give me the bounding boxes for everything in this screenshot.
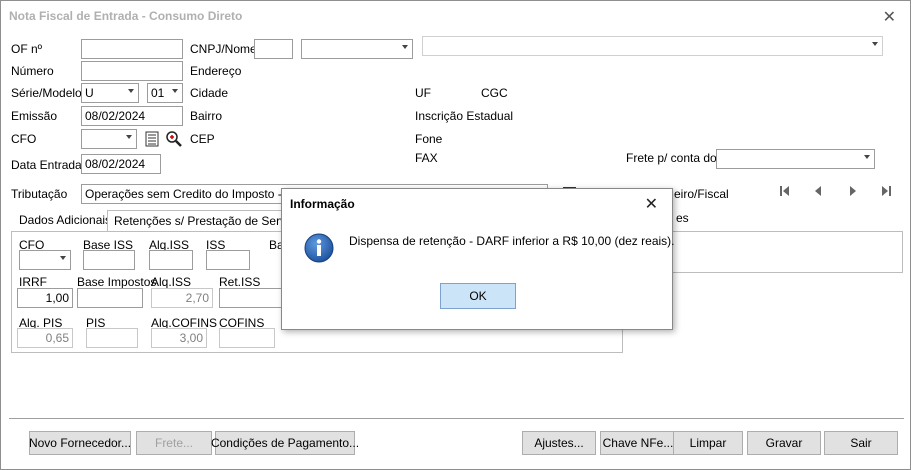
alq-pis-input[interactable]: 0,65	[17, 328, 73, 348]
cfo-select[interactable]	[81, 129, 137, 149]
last-record-icon[interactable]	[881, 185, 891, 197]
serie-value: U	[85, 86, 94, 100]
novo-fornecedor-button[interactable]: Novo Fornecedor...	[29, 431, 131, 455]
cnpj-label: CNPJ/Nome	[190, 42, 257, 56]
fornecedor-nome-select[interactable]	[422, 36, 883, 56]
previous-record-icon[interactable]	[813, 185, 823, 197]
window-title: Nota Fiscal de Entrada - Consumo Direto	[9, 9, 243, 23]
tab-dados-adicionais[interactable]: Dados Adicionais	[13, 210, 118, 232]
gravar-button[interactable]: Gravar	[747, 431, 821, 455]
cnpj-code-input[interactable]	[254, 39, 293, 59]
data-entrada-input[interactable]: 08/02/2024	[81, 154, 161, 174]
iss-input[interactable]	[206, 250, 250, 270]
alq-iss2-input[interactable]: 2,70	[151, 288, 213, 308]
chevron-down-icon	[872, 42, 878, 46]
dialog-close-button[interactable]: ✕	[645, 194, 658, 214]
base-impostos-input[interactable]	[77, 288, 143, 308]
tab-partial-label[interactable]: es	[676, 211, 689, 225]
numero-input[interactable]	[81, 61, 183, 81]
dialog-message: Dispensa de retenção - DARF inferior a R…	[349, 234, 675, 248]
ie-label: Inscrição Estadual	[415, 109, 514, 123]
cnpj-select[interactable]	[301, 39, 413, 59]
next-record-icon[interactable]	[848, 185, 858, 197]
alq-iss-input[interactable]	[149, 250, 193, 270]
frete-button[interactable]: Frete...	[136, 431, 212, 455]
irrf-label: IRRF	[19, 275, 47, 289]
information-icon	[304, 233, 334, 263]
alq-cofins-input[interactable]: 3,00	[151, 328, 207, 348]
serie-label: Série/Modelo	[11, 86, 82, 100]
data-entrada-label: Data Entrada	[11, 158, 82, 172]
cgc-label: CGC	[481, 86, 508, 100]
dialog-title: Informação	[290, 197, 355, 211]
chevron-down-icon	[172, 89, 178, 93]
frete-label: Frete p/ conta do	[626, 151, 717, 165]
ret-cfo-select[interactable]	[19, 250, 71, 270]
base-impostos-label: Base Impostos	[77, 275, 157, 289]
modelo-select[interactable]: 01	[147, 83, 183, 103]
uf-label: UF	[415, 86, 431, 100]
first-record-icon[interactable]	[780, 185, 790, 197]
information-dialog: Informação ✕ Dispensa de retenção - DARF…	[281, 188, 675, 330]
chevron-down-icon	[128, 89, 134, 93]
chevron-down-icon	[126, 135, 132, 139]
endereco-label: Endereço	[190, 64, 242, 78]
cidade-label: Cidade	[190, 86, 229, 100]
of-input[interactable]	[81, 39, 183, 59]
ok-button[interactable]: OK	[440, 283, 516, 309]
sair-button[interactable]: Sair	[824, 431, 898, 455]
modelo-value: 01	[151, 86, 165, 100]
cep-label: CEP	[190, 132, 215, 146]
frete-select[interactable]	[716, 149, 875, 169]
ajustes-button[interactable]: Ajustes...	[522, 431, 596, 455]
footer-separator	[9, 418, 904, 420]
zoom-search-icon[interactable]	[165, 129, 183, 149]
pis-input[interactable]	[86, 328, 138, 348]
cfo-label: CFO	[11, 132, 37, 146]
emissao-input[interactable]: 08/02/2024	[81, 106, 183, 126]
base-iss-input[interactable]	[83, 250, 135, 270]
condicoes-pagamento-button[interactable]: Condições de Pagamento...	[211, 431, 359, 455]
ret-iss-input[interactable]	[219, 288, 283, 308]
serie-select[interactable]: U	[81, 83, 139, 103]
list-icon[interactable]	[143, 129, 161, 149]
alq-iss2-label: Alq.ISS	[151, 275, 192, 289]
financeiro-fiscal-label: eiro/Fiscal	[674, 187, 729, 201]
emissao-label: Emissão	[11, 109, 58, 123]
chevron-down-icon	[864, 155, 870, 159]
chave-nfe-button[interactable]: Chave NFe...	[600, 431, 676, 455]
cofins-input[interactable]	[219, 328, 275, 348]
window-close-button[interactable]: ✕	[883, 7, 896, 27]
ret-iss-label: Ret.ISS	[219, 275, 261, 289]
fone-label: Fone	[415, 132, 443, 146]
chevron-down-icon	[60, 256, 66, 260]
tributacao-label: Tributação	[11, 187, 68, 201]
fax-label: FAX	[415, 151, 438, 165]
chevron-down-icon	[402, 45, 408, 49]
of-label: OF nº	[11, 42, 43, 56]
irrf-input[interactable]: 1,00	[17, 288, 73, 308]
numero-label: Número	[11, 64, 54, 78]
limpar-button[interactable]: Limpar	[673, 431, 743, 455]
bairro-label: Bairro	[190, 109, 223, 123]
